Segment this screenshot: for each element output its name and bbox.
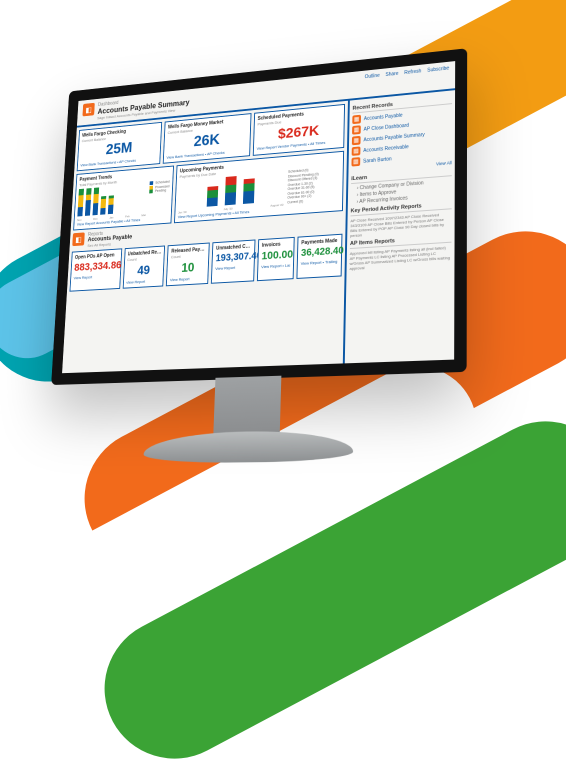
kpi-value: 100.00 [261, 249, 290, 263]
kpi-card[interactable]: Wells Fargo Money Market Current Balance… [163, 113, 252, 164]
header-actions: Outline Share Refresh Subscribe [365, 66, 450, 81]
sidebar-text: Approved bill listing AP Payments listin… [349, 245, 451, 271]
kpi-card[interactable]: Invoices 100.00 View Report • Last 90 [257, 237, 295, 281]
kpi-value: 36,428.40 [301, 246, 338, 259]
action-subscribe[interactable]: Subscribe [427, 66, 449, 74]
kpi-title: Invoices [262, 241, 291, 249]
kpi-card[interactable]: Scheduled Payments Payments Due $267K Vi… [253, 104, 345, 156]
kpi-footer[interactable]: View Report [126, 278, 160, 285]
kpi-card[interactable]: Wells Fargo Checking Current Balance 25M… [77, 122, 162, 171]
kpi-value: 49 [126, 262, 161, 278]
kpi-card[interactable]: Payments Made 36,428.40 View Report • Tr… [297, 234, 343, 279]
monitor-stand [213, 376, 281, 439]
action-outline[interactable]: Outline [365, 73, 380, 80]
section-icon: ◧ [72, 232, 85, 246]
record-icon: ▦ [352, 136, 361, 145]
record-icon: ▦ [351, 157, 360, 166]
kpi-title: Payments Made [301, 238, 338, 246]
chart-legend: ScheduledProcessedPending [148, 180, 169, 217]
dashboard-main: Wells Fargo Checking Current Balance 25M… [62, 101, 348, 373]
kpi-title: Unmatched Credits [216, 244, 252, 252]
kpi-value: 883,334.86 [74, 260, 118, 274]
record-icon: ▦ [352, 115, 361, 124]
kpi-footer[interactable]: View Report [215, 264, 251, 271]
kpi-card[interactable]: Unmatched Credits 193,307.40 View Report [211, 239, 256, 283]
kpi-value: 193,307.40 [215, 251, 251, 264]
chart-legend: Scheduled (0)Discount Pending (0)Discoun… [287, 166, 340, 207]
kpi-card[interactable]: Released Payments Count 10 View Report [166, 243, 210, 287]
monitor-base [143, 430, 353, 464]
record-icon: ▦ [352, 146, 361, 155]
monitor: ◧ Dashboard Accounts Payable Summary Sag… [46, 48, 467, 464]
chart-card[interactable]: Upcoming Payments Payments by Due Date J… [174, 151, 344, 223]
action-share[interactable]: Share [385, 71, 398, 78]
sidebar: Recent Records ▦Accounts Payable▦AP Clos… [343, 90, 455, 363]
kpi-card[interactable]: Open POs AP Open 883,334.86 View Report [70, 248, 122, 291]
kpi-footer[interactable]: View Report • Trailing 3 [301, 259, 338, 266]
record-icon: ▦ [352, 125, 361, 134]
app-icon: ◧ [82, 103, 94, 117]
kpi-footer[interactable]: View Report [74, 273, 118, 280]
dashboard-screen: ◧ Dashboard Accounts Payable Summary Sag… [51, 48, 467, 385]
kpi-footer[interactable]: View Report • Last 90 [261, 263, 290, 270]
action-refresh[interactable]: Refresh [404, 68, 421, 76]
chart-card[interactable]: Payment Trends Total Payments by Month N… [73, 166, 174, 231]
bar-chart [77, 183, 147, 216]
kpi-value: 10 [170, 259, 205, 275]
kpi-footer[interactable]: View Report [170, 275, 205, 282]
kpi-card[interactable]: Unbatched Receipts Count 49 View Report [122, 245, 165, 288]
